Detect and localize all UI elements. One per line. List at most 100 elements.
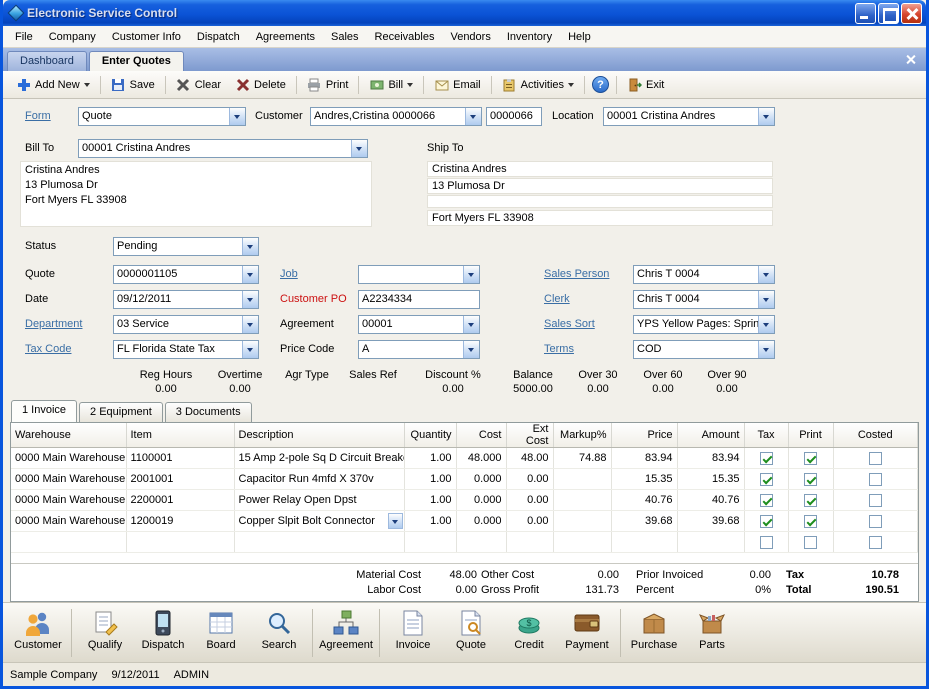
cell-cost[interactable]: 0.000 [456,469,506,490]
help-icon[interactable]: ? [592,76,609,93]
table-row[interactable]: 0000 Main Warehouse 1100001 15 Amp 2-pol… [11,448,918,469]
chevron-down-icon[interactable] [758,316,774,333]
cell-item[interactable]: 2200001 [126,490,234,511]
cell-quantity[interactable]: 1.00 [404,469,456,490]
cell-quantity[interactable] [404,532,456,553]
table-row[interactable]: 0000 Main Warehouse 2001001 Capacitor Ru… [11,469,918,490]
department-combo[interactable]: 03 Service [113,315,259,334]
tab-equipment[interactable]: 2 Equipment [79,402,163,422]
date-combo[interactable]: 09/12/2011 [113,290,259,309]
cell-markup[interactable] [553,511,611,532]
chevron-down-icon[interactable] [407,83,413,90]
chevron-down-icon[interactable] [229,108,245,125]
cell-ext-cost[interactable] [506,532,553,553]
cell-warehouse[interactable]: 0000 Main Warehouse [11,448,126,469]
print-button[interactable]: Print [300,74,356,95]
cell-item[interactable]: 2001001 [126,469,234,490]
customer-combo[interactable]: Andres,Cristina 0000066 [310,107,482,126]
menu-sales[interactable]: Sales [323,28,367,46]
customer-shortcut-button[interactable]: Customer [9,607,67,651]
location-combo[interactable]: 00001 Cristina Andres [603,107,775,126]
cell-description[interactable]: 15 Amp 2-pole Sq D Circuit Breake [234,448,404,469]
cell-item[interactable]: 1200019 [126,511,234,532]
credit-shortcut-button[interactable]: $ Credit [500,607,558,651]
chevron-down-icon[interactable] [351,140,367,157]
chevron-down-icon[interactable] [568,83,574,90]
form-type-combo[interactable]: Quote [78,107,246,126]
maximize-button[interactable] [878,3,899,24]
cell-markup[interactable] [553,490,611,511]
invoice-shortcut-button[interactable]: Invoice [384,607,442,651]
customer-po-field[interactable]: A2234334 [358,290,480,309]
cell-markup[interactable] [553,532,611,553]
close-button[interactable] [901,3,922,24]
col-description[interactable]: Description [234,423,404,448]
chevron-down-icon[interactable] [463,341,479,358]
cell-markup[interactable] [553,469,611,490]
menu-receivables[interactable]: Receivables [367,28,443,46]
chevron-down-icon[interactable] [388,513,403,529]
tab-enter-quotes[interactable]: Enter Quotes [89,51,184,71]
ship-address-line1[interactable]: Cristina Andres [427,161,773,177]
qualify-shortcut-button[interactable]: Qualify [76,607,134,651]
quote-number-combo[interactable]: 0000001105 [113,265,259,284]
chevron-down-icon[interactable] [758,341,774,358]
chevron-down-icon[interactable] [758,108,774,125]
col-costed[interactable]: Costed [833,423,918,448]
customer-code-field[interactable]: 0000066 [486,107,542,126]
dispatch-shortcut-button[interactable]: Dispatch [134,607,192,651]
exit-button[interactable]: Exit [620,74,671,95]
tab-invoice[interactable]: 1 Invoice [11,400,77,422]
col-amount[interactable]: Amount [677,423,744,448]
chevron-down-icon[interactable] [242,341,258,358]
price-code-combo[interactable]: A [358,340,480,359]
cell-warehouse[interactable]: 0000 Main Warehouse [11,511,126,532]
table-row[interactable]: 0000 Main Warehouse 1200019 Copper Slpit… [11,511,918,532]
tax-checkbox[interactable] [760,515,773,528]
cell-markup[interactable]: 74.88 [553,448,611,469]
cell-amount[interactable] [677,532,744,553]
col-cost[interactable]: Cost [456,423,506,448]
cell-amount[interactable]: 40.76 [677,490,744,511]
tax-code-link[interactable]: Tax Code [25,340,71,359]
table-row[interactable]: 0000 Main Warehouse 2200001 Power Relay … [11,490,918,511]
status-combo[interactable]: Pending [113,237,259,256]
chevron-down-icon[interactable] [242,316,258,333]
cell-ext-cost[interactable]: 0.00 [506,490,553,511]
col-ext-cost[interactable]: Ext Cost [506,423,553,448]
chevron-down-icon[interactable] [242,266,258,283]
delete-button[interactable]: Delete [228,74,293,95]
cell-cost[interactable]: 0.000 [456,511,506,532]
cell-description[interactable]: Power Relay Open Dpst [234,490,404,511]
cell-amount[interactable]: 15.35 [677,469,744,490]
chevron-down-icon[interactable] [84,83,90,90]
menu-vendors[interactable]: Vendors [442,28,498,46]
agreement-combo[interactable]: 00001 [358,315,480,334]
chevron-down-icon[interactable] [242,238,258,255]
sales-person-combo[interactable]: Chris T 0004 [633,265,775,284]
add-new-button[interactable]: Add New [9,74,97,95]
cell-ext-cost[interactable]: 48.00 [506,448,553,469]
job-link[interactable]: Job [280,265,298,284]
cell-warehouse[interactable]: 0000 Main Warehouse [11,490,126,511]
tab-dashboard[interactable]: Dashboard [7,51,87,71]
cell-price[interactable]: 40.76 [611,490,677,511]
col-tax[interactable]: Tax [744,423,788,448]
minimize-button[interactable] [855,3,876,24]
cell-warehouse[interactable] [11,532,126,553]
ship-address-line4[interactable]: Fort Myers FL 33908 [427,210,773,226]
cell-item[interactable] [126,532,234,553]
cell-quantity[interactable]: 1.00 [404,511,456,532]
chevron-down-icon[interactable] [242,291,258,308]
cell-description[interactable]: Capacitor Run 4mfd X 370v [234,469,404,490]
cell-ext-cost[interactable]: 0.00 [506,469,553,490]
cell-quantity[interactable]: 1.00 [404,490,456,511]
cell-description[interactable] [234,532,404,553]
col-price[interactable]: Price [611,423,677,448]
menu-customer-info[interactable]: Customer Info [104,28,189,46]
cell-description-editing[interactable]: Copper Slpit Bolt Connector [234,511,404,532]
ship-address-line2[interactable]: 13 Plumosa Dr [427,178,773,194]
menu-file[interactable]: File [7,28,41,46]
sales-person-link[interactable]: Sales Person [544,265,609,284]
chevron-down-icon[interactable] [758,291,774,308]
